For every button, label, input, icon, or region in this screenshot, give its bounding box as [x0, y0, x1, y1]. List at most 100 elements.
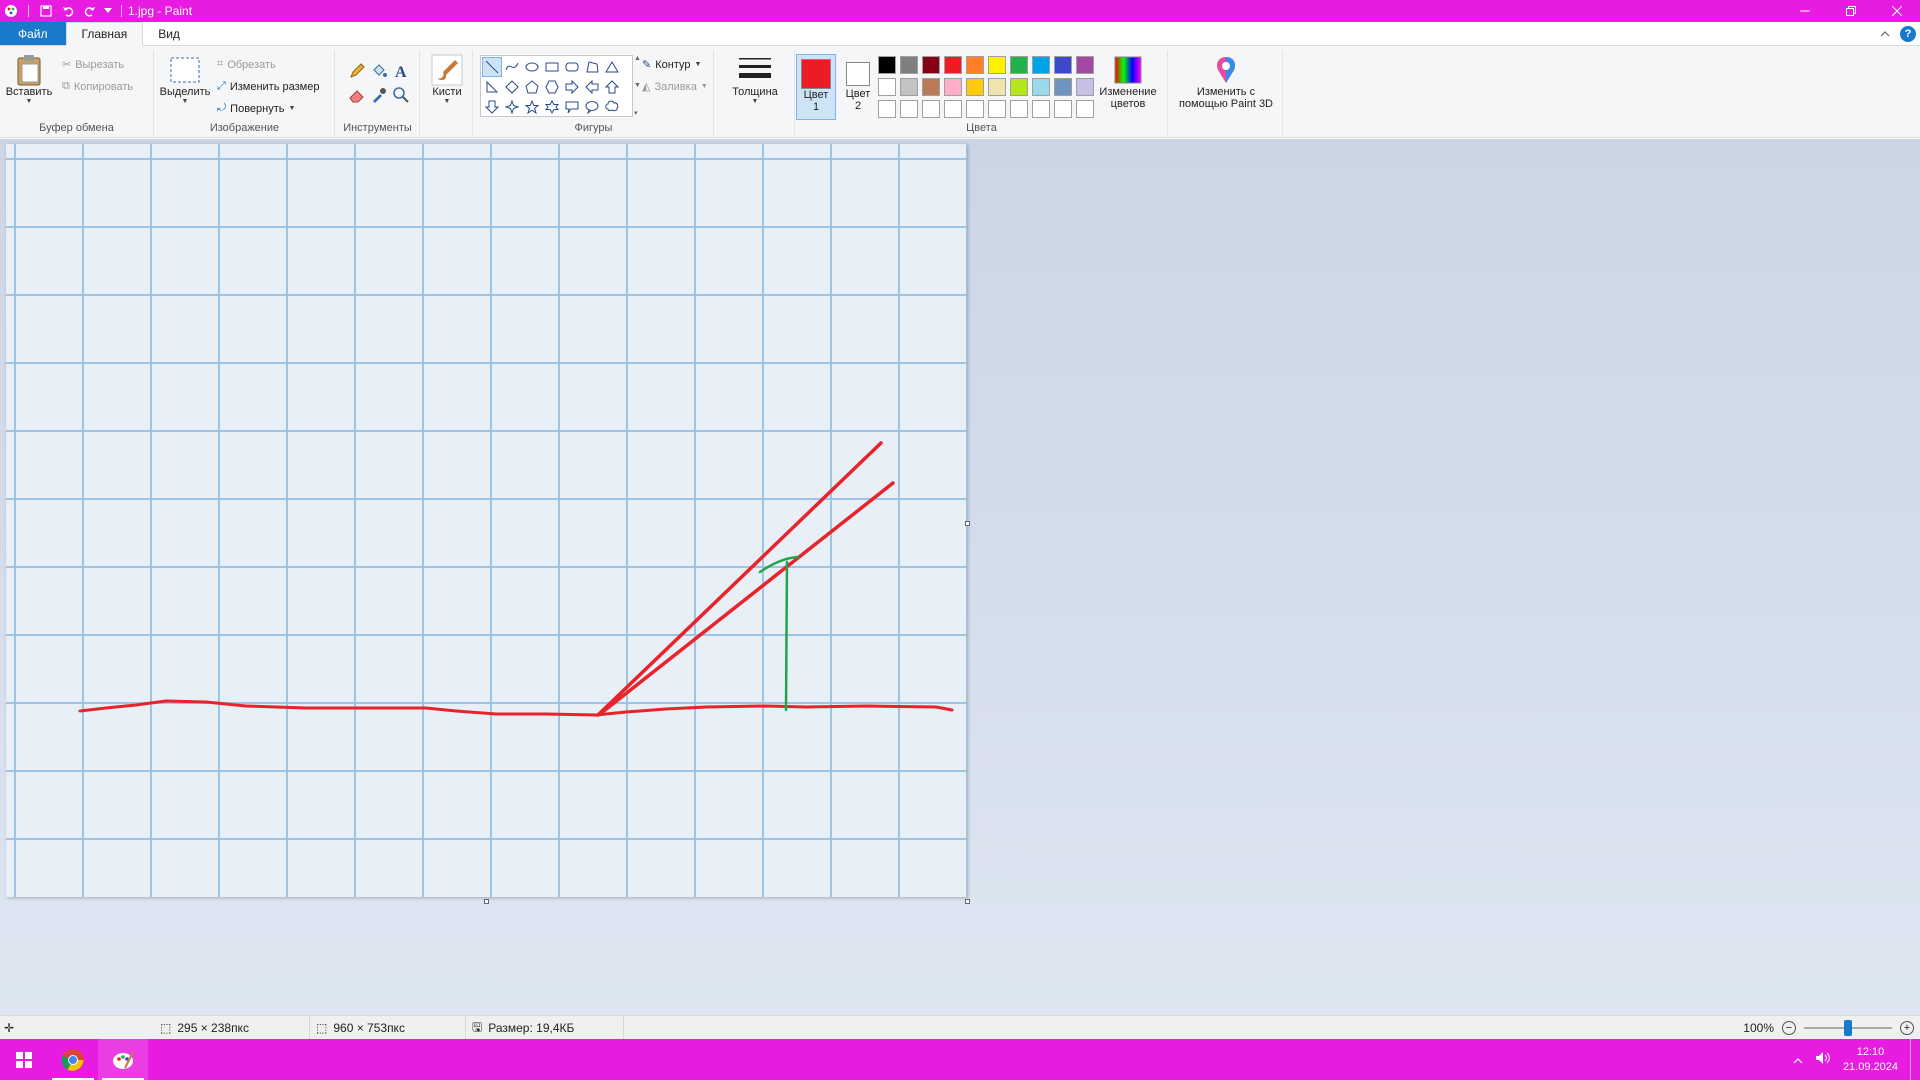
- polygon-shape-icon[interactable]: [582, 57, 602, 77]
- right-triangle-shape-icon[interactable]: [482, 77, 502, 97]
- color2-button[interactable]: Цвет 2: [838, 54, 878, 120]
- clock[interactable]: 12:10 21.09.2024: [1843, 1045, 1898, 1075]
- five-point-star-shape-icon[interactable]: [522, 97, 542, 117]
- palette-swatch[interactable]: [900, 78, 918, 96]
- palette-swatch[interactable]: [922, 100, 940, 118]
- palette-swatch[interactable]: [988, 78, 1006, 96]
- help-icon[interactable]: ?: [1900, 26, 1916, 42]
- shapes-scroll[interactable]: ▲ ▼ ▾: [634, 55, 642, 117]
- palette-swatch[interactable]: [878, 100, 896, 118]
- right-arrow-shape-icon[interactable]: [562, 77, 582, 97]
- windows-start-icon[interactable]: [0, 1039, 48, 1080]
- zoom-out-icon[interactable]: −: [1782, 1021, 1796, 1035]
- pentagon-shape-icon[interactable]: [522, 77, 542, 97]
- diamond-shape-icon[interactable]: [502, 77, 522, 97]
- redo-icon[interactable]: [79, 0, 101, 22]
- palette-swatch[interactable]: [1054, 100, 1072, 118]
- palette-swatch[interactable]: [878, 78, 896, 96]
- triangle-shape-icon[interactable]: [602, 57, 622, 77]
- resize-button[interactable]: ⤢ Изменить размер: [217, 80, 319, 93]
- brushes-button[interactable]: Кисти ▼: [428, 54, 466, 105]
- volume-icon[interactable]: [1815, 1051, 1831, 1068]
- fill-bucket-icon[interactable]: [370, 62, 388, 80]
- edit-colors-button[interactable]: Изменение цветов: [1096, 54, 1160, 110]
- up-arrow-shape-icon[interactable]: [602, 77, 622, 97]
- paste-button[interactable]: Вставить ▼: [6, 54, 52, 105]
- scroll-down-icon[interactable]: ▼: [634, 82, 642, 89]
- cut-button[interactable]: ✂ Вырезать: [62, 58, 124, 72]
- tray-chevron-up-icon[interactable]: [1793, 1053, 1803, 1067]
- palette-swatch[interactable]: [900, 100, 918, 118]
- palette-swatch[interactable]: [900, 56, 918, 74]
- paint3d-button[interactable]: Изменить с помощью Paint 3D: [1175, 54, 1277, 110]
- palette-swatch[interactable]: [966, 100, 984, 118]
- paint-app-icon[interactable]: [0, 0, 22, 22]
- palette-swatch[interactable]: [944, 100, 962, 118]
- oval-shape-icon[interactable]: [522, 57, 542, 77]
- palette-swatch[interactable]: [878, 56, 896, 74]
- down-arrow-shape-icon[interactable]: [482, 97, 502, 117]
- four-point-star-shape-icon[interactable]: [502, 97, 522, 117]
- line-shape-icon[interactable]: [482, 57, 502, 77]
- minimize-icon[interactable]: [1782, 0, 1828, 22]
- eraser-icon[interactable]: [348, 86, 366, 104]
- palette-swatch[interactable]: [1076, 78, 1094, 96]
- hexagon-shape-icon[interactable]: [542, 77, 562, 97]
- fill-button[interactable]: ◭ Заливка ▼: [642, 80, 708, 94]
- palette-swatch[interactable]: [1076, 56, 1094, 74]
- size-button[interactable]: Толщина ▼: [725, 54, 785, 105]
- show-desktop-button[interactable]: [1910, 1039, 1914, 1080]
- rounded-rectangle-shape-icon[interactable]: [562, 57, 582, 77]
- undo-icon[interactable]: [57, 0, 79, 22]
- collapse-ribbon-icon[interactable]: [1880, 31, 1890, 37]
- scroll-up-icon[interactable]: ▲: [634, 55, 642, 62]
- palette-swatch[interactable]: [1010, 78, 1028, 96]
- palette-swatch[interactable]: [1032, 56, 1050, 74]
- resize-handle-corner[interactable]: [965, 899, 970, 904]
- palette-swatch[interactable]: [1010, 100, 1028, 118]
- drawing-canvas[interactable]: [6, 144, 967, 897]
- palette-swatch[interactable]: [1032, 100, 1050, 118]
- palette-swatch[interactable]: [966, 56, 984, 74]
- tab-home[interactable]: Главная: [65, 22, 144, 46]
- zoom-slider[interactable]: [1804, 1020, 1892, 1036]
- restore-icon[interactable]: [1828, 0, 1874, 22]
- zoom-slider-thumb[interactable]: [1844, 1020, 1852, 1036]
- zoom-in-icon[interactable]: +: [1900, 1021, 1914, 1035]
- expand-gallery-icon[interactable]: ▾: [634, 109, 642, 117]
- palette-swatch[interactable]: [944, 56, 962, 74]
- text-icon[interactable]: A: [392, 62, 410, 80]
- six-point-star-shape-icon[interactable]: [542, 97, 562, 117]
- close-icon[interactable]: [1874, 0, 1920, 22]
- palette-swatch[interactable]: [988, 100, 1006, 118]
- palette-swatch[interactable]: [944, 78, 962, 96]
- tab-file[interactable]: Файл: [0, 22, 66, 45]
- palette-swatch[interactable]: [966, 78, 984, 96]
- palette-swatch[interactable]: [1054, 78, 1072, 96]
- palette-swatch[interactable]: [1076, 100, 1094, 118]
- outline-button[interactable]: ✎ Контур ▼: [642, 58, 701, 72]
- left-arrow-shape-icon[interactable]: [582, 77, 602, 97]
- crop-button[interactable]: ⌗ Обрезать: [217, 58, 276, 71]
- chrome-icon[interactable]: [48, 1039, 98, 1080]
- palette-swatch[interactable]: [922, 78, 940, 96]
- color-picker-icon[interactable]: [370, 86, 388, 104]
- save-icon[interactable]: [35, 0, 57, 22]
- palette-swatch[interactable]: [1054, 56, 1072, 74]
- rectangle-shape-icon[interactable]: [542, 57, 562, 77]
- curve-shape-icon[interactable]: [502, 57, 522, 77]
- resize-handle-bottom[interactable]: [484, 899, 489, 904]
- cloud-callout-shape-icon[interactable]: [602, 97, 622, 117]
- palette-swatch[interactable]: [1010, 56, 1028, 74]
- oval-callout-shape-icon[interactable]: [582, 97, 602, 117]
- palette-swatch[interactable]: [1032, 78, 1050, 96]
- paint-taskbar-icon[interactable]: [98, 1039, 148, 1080]
- palette-swatch[interactable]: [922, 56, 940, 74]
- select-button[interactable]: Выделить ▼: [159, 54, 211, 105]
- resize-handle-right[interactable]: [965, 521, 970, 526]
- palette-swatch[interactable]: [988, 56, 1006, 74]
- rotate-button[interactable]: ⤾ Повернуть ▼: [217, 102, 295, 115]
- magnifier-icon[interactable]: [392, 86, 410, 104]
- pencil-icon[interactable]: [348, 62, 366, 80]
- copy-button[interactable]: ⧉ Копировать: [62, 80, 133, 93]
